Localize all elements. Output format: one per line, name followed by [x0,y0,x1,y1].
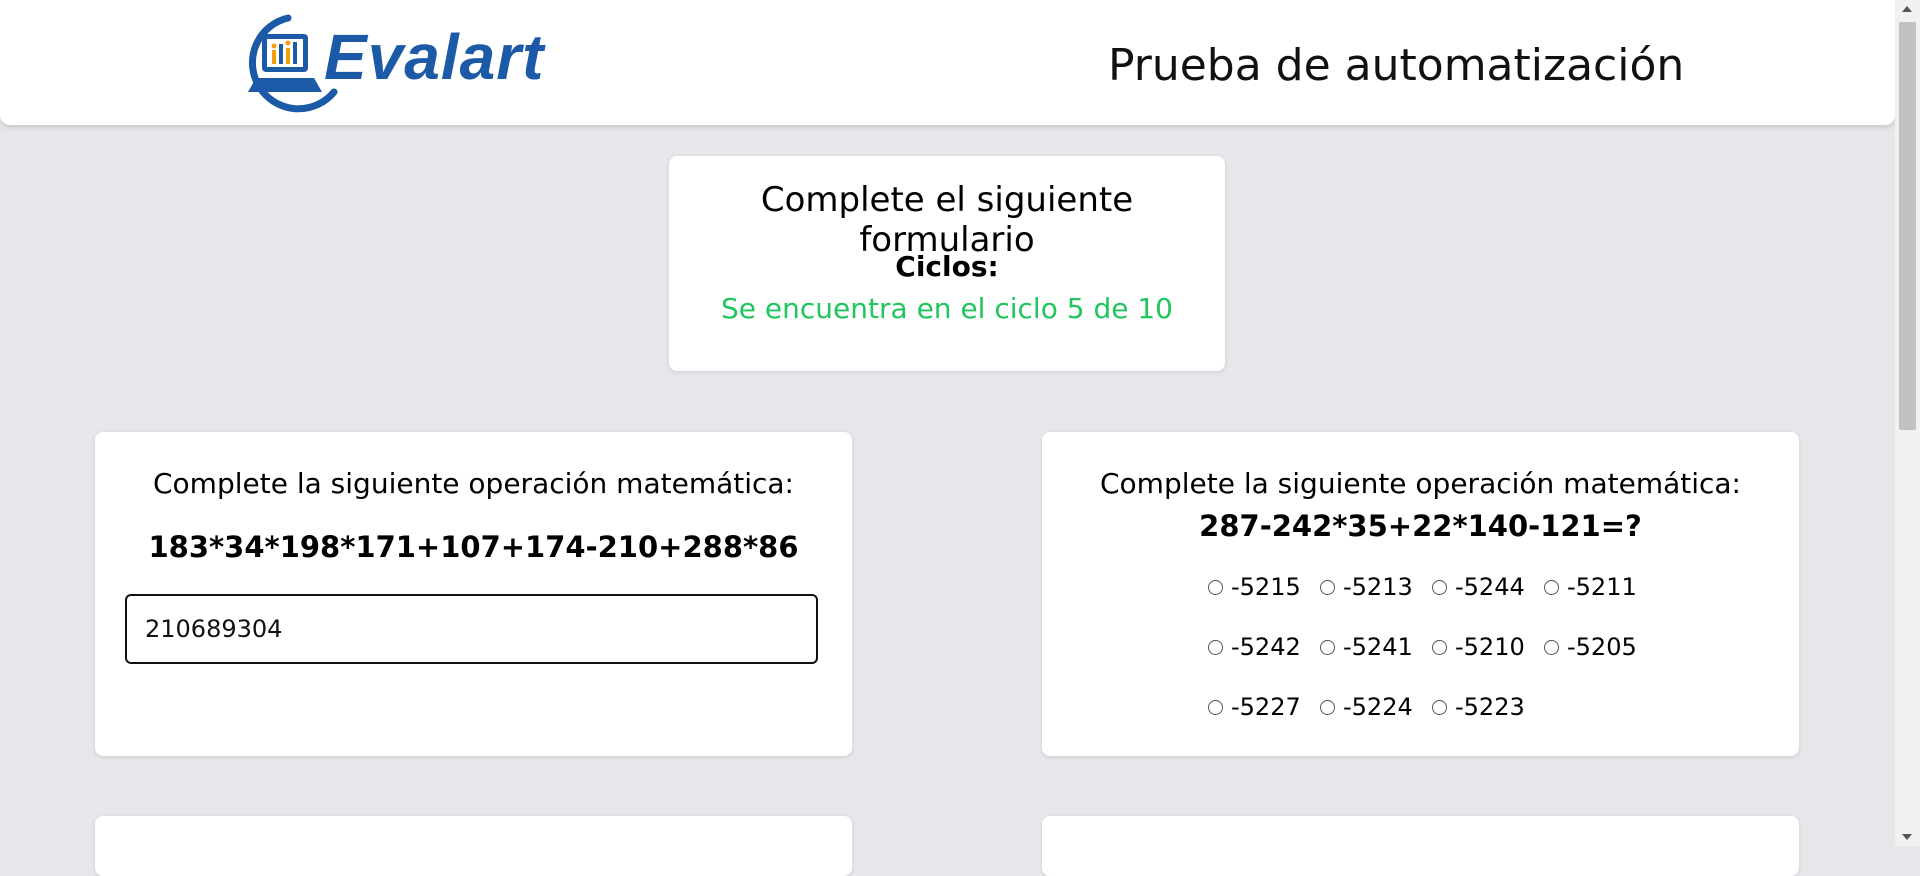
app-header: Evalart Prueba de automatización [0,0,1895,125]
question-prompt: Complete la siguiente operación matemáti… [1100,467,1741,500]
option-label: -5242 [1231,633,1301,661]
cycle-info-card: Complete el siguiente formulario Ciclos:… [669,156,1225,371]
radio-button[interactable] [1544,579,1559,595]
scrollbar-thumb[interactable] [1899,22,1916,430]
scroll-down-icon[interactable] [1902,834,1912,840]
radio-button[interactable] [1432,639,1447,655]
option-label: -5213 [1343,573,1413,601]
radio-button[interactable] [1320,699,1335,715]
answer-option[interactable]: -5205 [1544,632,1637,662]
answer-option[interactable]: -5227 [1208,692,1301,722]
option-label: -5210 [1455,633,1525,661]
option-label: -5244 [1455,573,1525,601]
vertical-scrollbar[interactable] [1895,0,1920,846]
question-prompt: Complete la siguiente operación matemáti… [153,467,794,500]
answer-option[interactable]: -5211 [1544,572,1637,602]
option-label: -5215 [1231,573,1301,601]
answer-option[interactable]: -5242 [1208,632,1301,662]
option-label: -5223 [1455,693,1525,721]
radio-button[interactable] [1208,579,1223,595]
math-expression: 183*34*198*171+107+174-210+288*86 [148,530,799,564]
math-expression: 287-242*35+22*140-121=? [1199,509,1642,543]
option-label: -5211 [1567,573,1637,601]
evalart-logo: Evalart [236,12,596,116]
answer-option[interactable]: -5241 [1320,632,1413,662]
answer-option[interactable]: -5224 [1320,692,1413,722]
radio-button[interactable] [1208,639,1223,655]
logo-text: Evalart [324,21,545,93]
option-label: -5227 [1231,693,1301,721]
question-card-math-input: Complete la siguiente operación matemáti… [95,432,852,756]
scroll-up-icon[interactable] [1902,6,1912,12]
answer-option[interactable]: -5210 [1432,632,1525,662]
answer-option[interactable]: -5223 [1432,692,1525,722]
answer-input[interactable] [125,594,818,664]
question-card-partial [1042,816,1799,876]
cycles-status: Se encuentra en el ciclo 5 de 10 [721,292,1173,325]
question-card-math-choice: Complete la siguiente operación matemáti… [1042,432,1799,756]
option-label: -5241 [1343,633,1413,661]
page-title: Prueba de automatización [1108,40,1685,91]
radio-button[interactable] [1432,579,1447,595]
radio-button[interactable] [1208,699,1223,715]
radio-button[interactable] [1320,639,1335,655]
option-label: -5224 [1343,693,1413,721]
answer-option[interactable]: -5213 [1320,572,1413,602]
radio-button[interactable] [1544,639,1559,655]
answer-option[interactable]: -5244 [1432,572,1525,602]
form-title: Complete el siguiente formulario [760,180,1134,260]
answer-option[interactable]: -5215 [1208,572,1301,602]
cycles-label: Ciclos: [895,250,999,283]
option-label: -5205 [1567,633,1637,661]
radio-button[interactable] [1320,579,1335,595]
question-card-partial [95,816,852,876]
radio-button[interactable] [1432,699,1447,715]
